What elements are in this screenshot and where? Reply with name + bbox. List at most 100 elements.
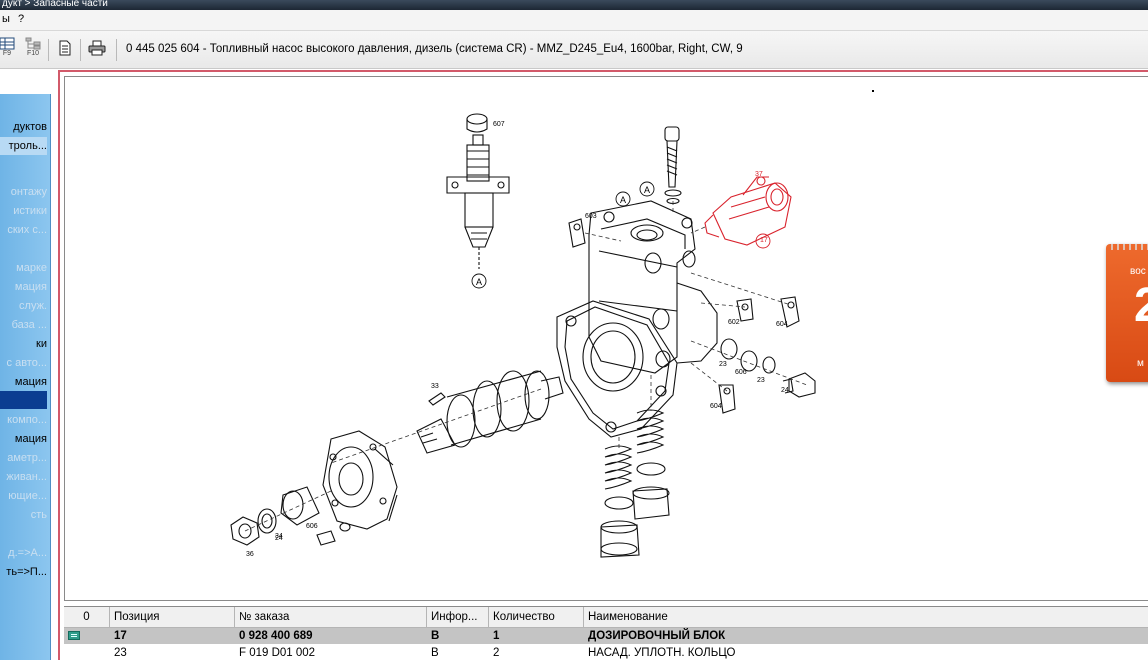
cell-info: B	[431, 630, 440, 642]
callout-603[interactable]: 603	[585, 213, 597, 220]
table-header: 0 Позиция № заказа Инфор... Количество Н…	[64, 607, 1148, 628]
cursor-dot	[872, 90, 874, 92]
calendar-month-label: м	[1137, 358, 1144, 369]
sidebar-item[interactable]: истики	[0, 202, 47, 220]
sidebar-item[interactable]: мация	[0, 278, 47, 296]
sidebar-item[interactable]: сть	[0, 506, 47, 524]
callout-604[interactable]: 604	[776, 321, 788, 328]
callout-24[interactable]: 24	[781, 387, 789, 394]
sidebar-item-label: база ...	[11, 319, 47, 331]
callout-34[interactable]: 34	[275, 533, 283, 540]
sidebar-item-label: д.=>А...	[8, 547, 47, 559]
sidebar-item[interactable]: дуктов	[0, 118, 47, 136]
toolbar-separator	[116, 39, 117, 61]
sidebar-item[interactable]: с авто...	[0, 354, 47, 372]
calendar-gadget[interactable]: вос 2 м	[1106, 244, 1148, 382]
cell-name: ДОЗИРОВОЧНЫЙ БЛОК	[588, 630, 726, 642]
table-row-selected[interactable]: 17 0 928 400 689 B 1 ДОЗИРОВОЧНЫЙ БЛОК	[64, 628, 1148, 644]
sidebar-item-label: мация	[14, 376, 47, 388]
callout-23[interactable]: 23	[757, 377, 765, 384]
sidebar-item[interactable]: онтажу	[0, 183, 47, 201]
toolbar: F9 F10 0 445 025 604 - Топливный насос в…	[0, 31, 1148, 69]
sidebar-item-label: сть	[30, 509, 47, 521]
callout-A[interactable]: A	[476, 277, 482, 287]
sidebar-item[interactable]: аметр...	[0, 449, 47, 467]
sidebar-item-label: служ.	[19, 300, 47, 312]
document-title: 0 445 025 604 - Топливный насос высокого…	[126, 43, 743, 55]
callout-A[interactable]: A	[620, 195, 626, 205]
cell-quantity: 2	[493, 647, 500, 659]
calendar-day-number: 2	[1134, 279, 1148, 332]
document-button[interactable]	[54, 37, 76, 63]
sidebar-item[interactable]: мация	[0, 373, 47, 391]
column-header-quantity[interactable]: Количество	[489, 607, 584, 627]
sidebar-item-label: ских с...	[7, 224, 47, 236]
sidebar-item-label: мация	[14, 433, 47, 445]
callout-17[interactable]: 17	[760, 237, 768, 244]
cell-position: 17	[114, 630, 127, 642]
sidebar-item-selected[interactable]	[0, 391, 47, 409]
calendar-day-label: вос	[1130, 266, 1146, 277]
cell-order-number: F 019 D01 002	[239, 647, 316, 659]
part-list-icon	[68, 631, 80, 640]
sidebar-item[interactable]: д.=>А...	[0, 544, 47, 562]
column-header-name[interactable]: Наименование	[584, 607, 1148, 627]
sidebar-item-label: ющие...	[8, 490, 47, 502]
sidebar-item-label: мация	[14, 281, 47, 293]
sidebar-item-label: дуктов	[13, 121, 47, 133]
menu-item-help[interactable]: ?	[18, 13, 24, 25]
callout-604[interactable]: 604	[710, 403, 722, 410]
sidebar-item[interactable]: ть=>П...	[0, 563, 47, 581]
sidebar-item[interactable]: компо...	[0, 411, 47, 429]
sidebar-item[interactable]: мация	[0, 430, 47, 448]
sidebar-item-label: марке	[16, 262, 47, 274]
callout-606[interactable]: 606	[306, 523, 318, 530]
sidebar-item[interactable]: живан...	[0, 468, 47, 486]
sidebar-item-label: ть=>П...	[6, 566, 47, 578]
exploded-diagram-frame: 607 A A A 17 37 603 602 604 604 23 23 60…	[64, 76, 1148, 601]
print-button[interactable]	[86, 37, 108, 63]
f10-button[interactable]: F10	[22, 37, 44, 63]
callout-33[interactable]: 33	[431, 383, 439, 390]
sidebar-item[interactable]: ских с...	[0, 221, 47, 239]
callout-A[interactable]: A	[644, 185, 650, 195]
sidebar-item[interactable]: служ.	[0, 297, 47, 315]
sidebar-item[interactable]: ющие...	[0, 487, 47, 505]
f10-label: F10	[26, 50, 40, 57]
breadcrumb: дукт > Запасные части	[2, 0, 108, 9]
toolbar-separator	[48, 39, 49, 61]
calendar-rings-icon	[1111, 244, 1148, 250]
printer-icon	[88, 40, 106, 56]
cell-quantity: 1	[493, 630, 500, 642]
callout-607[interactable]: 607	[493, 121, 505, 128]
callout-36[interactable]: 36	[246, 551, 254, 558]
column-header-order-number[interactable]: № заказа	[235, 607, 427, 627]
sidebar-item-label: онтажу	[10, 186, 47, 198]
sidebar-item-label: ки	[36, 338, 47, 350]
sidebar-item-label: истики	[13, 205, 47, 217]
callout-23[interactable]: 23	[719, 361, 727, 368]
sidebar-item[interactable]: база ...	[0, 316, 47, 334]
navigation-sidebar: дуктов троль... онтажу истики ских с... …	[0, 94, 51, 660]
table-row[interactable]: 23 F 019 D01 002 B 2 НАСАД. УПЛОТН. КОЛЬ…	[64, 645, 1148, 661]
callout-606[interactable]: 606	[735, 369, 747, 376]
menu-bar: ы ?	[0, 10, 1148, 31]
sidebar-item-label: компо...	[7, 414, 47, 426]
column-header-position[interactable]: Позиция	[110, 607, 235, 627]
menu-item-view[interactable]: ы	[2, 13, 10, 25]
sidebar-item[interactable]: марке	[0, 259, 47, 277]
document-icon	[59, 40, 71, 56]
sidebar-item-label: с авто...	[6, 357, 47, 369]
callout-602[interactable]: 602	[728, 319, 740, 326]
toolbar-separator	[80, 39, 81, 61]
column-header-info[interactable]: Инфор...	[427, 607, 489, 627]
callout-37[interactable]: 37	[755, 171, 763, 178]
sidebar-item-label: живан...	[6, 471, 47, 483]
column-header-icon[interactable]: 0	[64, 607, 110, 627]
sidebar-item[interactable]: троль...	[0, 137, 47, 155]
f9-label: F9	[2, 50, 12, 57]
sidebar-item-label: аметр...	[7, 452, 47, 464]
sidebar-item[interactable]: ки	[0, 335, 47, 353]
f9-button[interactable]: F9	[0, 37, 18, 63]
sidebar-item-label: троль...	[8, 140, 47, 152]
